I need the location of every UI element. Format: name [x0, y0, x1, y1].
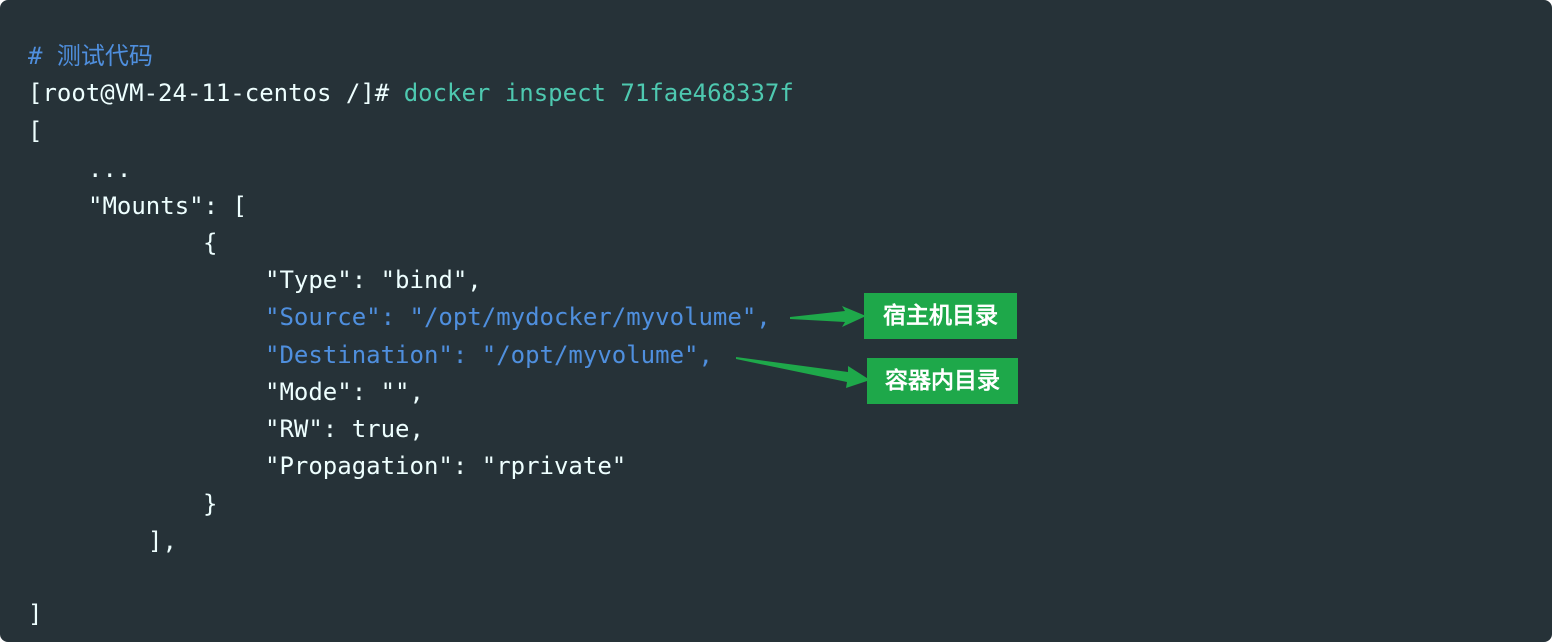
host-directory-label: 宿主机目录	[864, 293, 1017, 339]
docker-command: docker inspect 71fae468337f	[403, 79, 794, 107]
json-mode-line: "Mode": "",	[265, 378, 424, 406]
json-source-line: "Source": "/opt/mydocker/myvolume",	[265, 303, 771, 331]
json-close-bracket: ]	[28, 600, 43, 628]
code-comment: # 测试代码	[28, 42, 153, 70]
json-close-brace: }	[203, 490, 218, 518]
source-arrow-icon	[790, 306, 866, 327]
json-close-mounts: ],	[148, 527, 177, 555]
json-type-line: "Type": "bind",	[265, 266, 482, 294]
destination-arrow-icon	[736, 357, 870, 388]
json-ellipsis: ...	[88, 155, 132, 183]
terminal-command-line: [root@VM-24-11-centos /]# docker inspect…	[28, 75, 794, 112]
json-destination-line: "Destination": "/opt/myvolume",	[265, 341, 713, 369]
json-rw-line: "RW": true,	[265, 415, 424, 443]
container-directory-label: 容器内目录	[867, 358, 1018, 404]
code-block: # 测试代码 [root@VM-24-11-centos /]# docker …	[0, 0, 1552, 642]
json-open-bracket: [	[28, 117, 43, 145]
json-propagation-line: "Propagation": "rprivate"	[265, 452, 627, 480]
shell-prompt: [root@VM-24-11-centos /]#	[28, 79, 404, 107]
json-open-brace: {	[203, 229, 218, 257]
json-mounts-key: "Mounts": [	[88, 192, 247, 220]
